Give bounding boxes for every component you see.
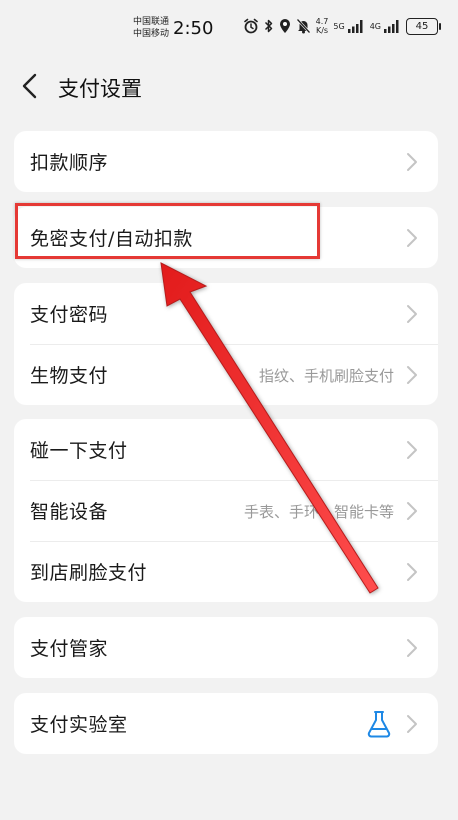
chevron-right-icon [407, 441, 417, 459]
chevron-right-icon [407, 715, 417, 733]
settings-card-devices: 碰一下支付 智能设备 手表、手环、智能卡等 到店刷脸支付 [14, 419, 438, 602]
menu-item-label: 扣款顺序 [30, 152, 109, 174]
menu-item-smart-devices[interactable]: 智能设备 手表、手环、智能卡等 [14, 480, 438, 541]
clock: 2:50 [173, 18, 214, 39]
menu-item-in-store-face-pay[interactable]: 到店刷脸支付 [14, 541, 438, 602]
menu-item-label: 智能设备 [30, 501, 109, 523]
settings-card-security: 支付密码 生物支付 指纹、手机刷脸支付 [14, 283, 438, 405]
settings-card-payment-lab: 支付实验室 [14, 693, 438, 754]
status-bar: 中国联通 中国移动 2:50 4.7 K/s 5G 4G 45 [0, 0, 458, 56]
chevron-right-icon [407, 563, 417, 581]
network-speed-value: 4.7 [315, 17, 329, 26]
menu-item-label: 到店刷脸支付 [30, 562, 148, 584]
carrier-names: 中国联通 中国移动 [133, 16, 169, 40]
carrier-1: 中国联通 [133, 17, 170, 27]
menu-item-payment-password[interactable]: 支付密码 [14, 283, 438, 344]
menu-item-label: 支付管家 [30, 638, 109, 660]
chevron-right-icon [407, 305, 417, 323]
chevron-right-icon [407, 502, 417, 520]
network-speed-unit: K/s [315, 26, 329, 35]
menu-item-value: 指纹、手机刷脸支付 [258, 367, 394, 385]
menu-item-label: 碰一下支付 [30, 440, 128, 462]
menu-item-tap-to-pay[interactable]: 碰一下支付 [14, 419, 438, 480]
annotation-highlight-box [15, 203, 320, 259]
back-arrow-icon[interactable] [18, 72, 42, 100]
chevron-right-icon [407, 153, 417, 171]
menu-item-value: 手表、手环、智能卡等 [243, 503, 394, 521]
mute-bell-icon [296, 18, 311, 34]
chevron-right-icon [407, 229, 417, 247]
signal-icon [384, 20, 399, 33]
flask-icon [367, 711, 391, 738]
network-speed: 4.7 K/s [316, 17, 329, 35]
chevron-right-icon [407, 639, 417, 657]
menu-item-biometric-payment[interactable]: 生物支付 指纹、手机刷脸支付 [14, 344, 438, 405]
settings-card-payment-manager: 支付管家 [14, 617, 438, 678]
settings-card-deduction-order: 扣款顺序 [14, 131, 438, 192]
menu-item-payment-lab[interactable]: 支付实验室 [14, 693, 438, 754]
bluetooth-icon [264, 19, 272, 33]
network-type-2: 4G [369, 21, 381, 31]
battery-icon: 45 [406, 17, 441, 35]
network-type-1: 5G [333, 21, 345, 31]
status-icons: 4.7 K/s 5G 4G 45 [243, 17, 441, 35]
alarm-icon [243, 18, 258, 34]
chevron-right-icon [407, 366, 417, 384]
signal-icon [347, 20, 363, 33]
menu-item-payment-manager[interactable]: 支付管家 [14, 617, 438, 678]
location-icon [279, 19, 290, 33]
header: 支付设置 [0, 60, 458, 114]
menu-item-deduction-order[interactable]: 扣款顺序 [14, 131, 438, 192]
menu-item-label: 支付实验室 [30, 714, 128, 736]
carrier-2: 中国移动 [133, 29, 170, 39]
menu-item-label: 支付密码 [30, 304, 109, 326]
menu-item-label: 生物支付 [30, 365, 109, 387]
page-title: 支付设置 [58, 77, 142, 101]
